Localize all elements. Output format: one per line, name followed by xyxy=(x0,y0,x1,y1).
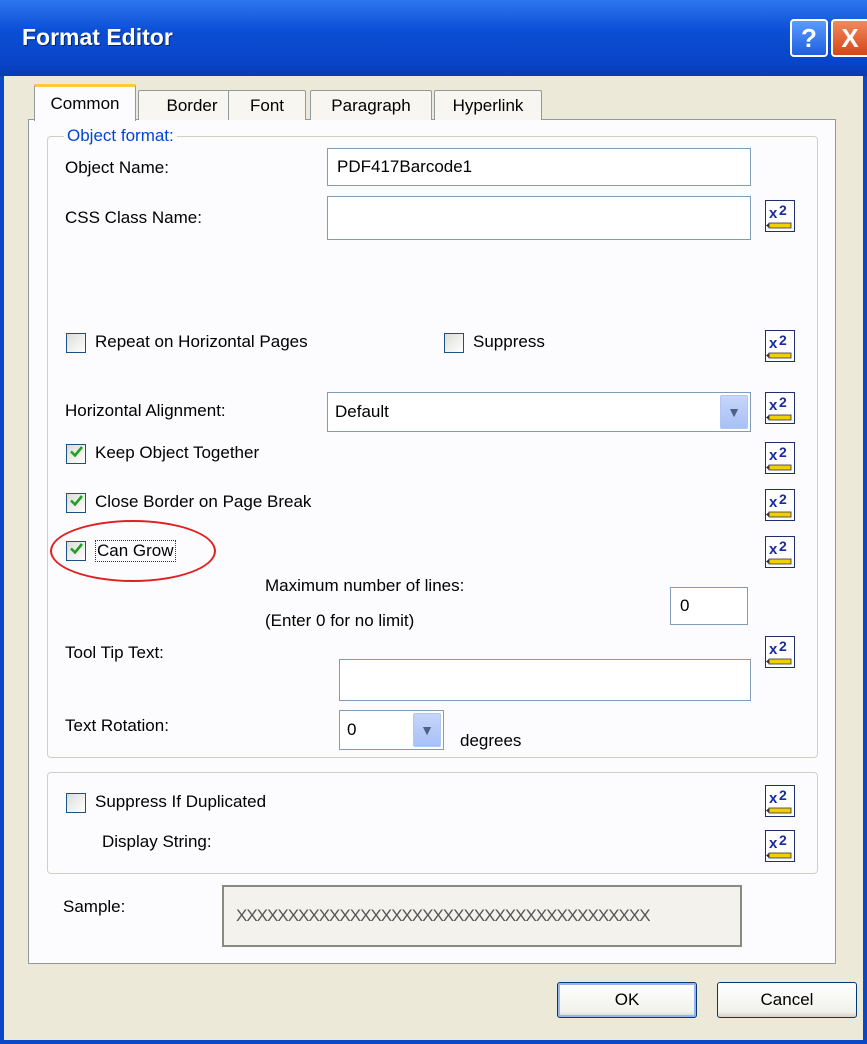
display-string-label: Display String: xyxy=(102,832,212,851)
formula-x2-icon: x2 xyxy=(766,537,794,567)
svg-text:2: 2 xyxy=(779,332,787,348)
text-rotation-unit: degrees xyxy=(460,731,522,750)
formula-x2-icon: x2 xyxy=(766,201,794,231)
tooltip-label: Tool Tip Text: xyxy=(65,643,164,662)
css-class-formula-button[interactable]: x2 xyxy=(765,200,795,232)
suppress-duplicated-checkbox[interactable] xyxy=(66,793,86,813)
text-rotation-value: 0 xyxy=(347,720,357,739)
svg-text:2: 2 xyxy=(779,638,787,654)
help-icon: ? xyxy=(801,22,817,53)
can-grow-highlight-ring xyxy=(50,520,216,582)
svg-text:2: 2 xyxy=(779,491,787,507)
sample-label: Sample: xyxy=(63,897,126,916)
css-class-input[interactable] xyxy=(327,196,751,240)
svg-text:x: x xyxy=(769,205,778,222)
tooltip-formula-button[interactable]: x2 xyxy=(765,636,795,668)
svg-text:2: 2 xyxy=(779,444,787,460)
svg-text:2: 2 xyxy=(779,538,787,554)
tab-font[interactable]: Font xyxy=(228,90,306,120)
svg-text:x: x xyxy=(769,494,778,511)
horizontal-alignment-label: Horizontal Alignment: xyxy=(65,401,226,420)
object-format-legend: Object format: xyxy=(64,126,177,146)
max-lines-hint: (Enter 0 for no limit) xyxy=(265,611,415,630)
close-border-checkbox[interactable] xyxy=(66,493,86,513)
repeat-horizontal-checkbox[interactable] xyxy=(66,333,86,353)
suppress-duplicated-label[interactable]: Suppress If Duplicated xyxy=(95,792,266,812)
cancel-button[interactable]: Cancel xyxy=(717,982,857,1018)
svg-text:2: 2 xyxy=(779,202,787,218)
formula-x2-icon: x2 xyxy=(766,637,794,667)
sample-preview: XXXXXXXXXXXXXXXXXXXXXXXXXXXXXXXXXXXXXXXX xyxy=(222,885,742,947)
svg-text:x: x xyxy=(769,397,778,414)
svg-text:x: x xyxy=(769,335,778,352)
duplicate-group xyxy=(47,772,818,874)
can-grow-formula-button[interactable]: x2 xyxy=(765,536,795,568)
tab-hyperlink[interactable]: Hyperlink xyxy=(434,90,542,120)
svg-text:x: x xyxy=(769,835,778,852)
svg-text:x: x xyxy=(769,790,778,807)
keep-together-label[interactable]: Keep Object Together xyxy=(95,443,259,463)
repeat-horizontal-label[interactable]: Repeat on Horizontal Pages xyxy=(95,332,308,352)
tab-common[interactable]: Common xyxy=(34,84,136,121)
text-rotation-label: Text Rotation: xyxy=(65,716,169,735)
tooltip-input[interactable] xyxy=(339,659,751,701)
suppress-label[interactable]: Suppress xyxy=(473,332,545,352)
svg-text:2: 2 xyxy=(779,832,787,848)
title-bar[interactable]: Format Editor ? X xyxy=(0,0,867,76)
close-button[interactable]: X xyxy=(831,19,867,57)
display-string-formula-button[interactable]: x2 xyxy=(765,830,795,862)
chevron-down-icon[interactable]: ▼ xyxy=(720,395,748,429)
formula-x2-icon: x2 xyxy=(766,443,794,473)
max-lines-label: Maximum number of lines: xyxy=(265,576,465,595)
formula-x2-icon: x2 xyxy=(766,393,794,423)
checkmark-icon xyxy=(69,493,84,513)
object-name-input[interactable]: PDF417Barcode1 xyxy=(327,148,751,186)
close-border-label[interactable]: Close Border on Page Break xyxy=(95,492,311,512)
formula-x2-icon: x2 xyxy=(766,331,794,361)
max-lines-input[interactable]: 0 xyxy=(670,587,748,625)
close-border-formula-button[interactable]: x2 xyxy=(765,489,795,521)
formula-x2-icon: x2 xyxy=(766,831,794,861)
window-title: Format Editor xyxy=(22,24,173,50)
svg-text:x: x xyxy=(769,641,778,658)
ok-button[interactable]: OK xyxy=(557,982,697,1018)
keep-together-checkbox[interactable] xyxy=(66,444,86,464)
horizontal-alignment-select[interactable]: Default ▼ xyxy=(327,392,751,432)
tab-paragraph[interactable]: Paragraph xyxy=(310,90,432,120)
repeat-suppress-formula-button[interactable]: x2 xyxy=(765,330,795,362)
chevron-down-icon[interactable]: ▼ xyxy=(413,713,441,747)
keep-together-formula-button[interactable]: x2 xyxy=(765,442,795,474)
object-name-label: Object Name: xyxy=(65,158,169,177)
halign-formula-button[interactable]: x2 xyxy=(765,392,795,424)
horizontal-alignment-value: Default xyxy=(335,402,389,421)
help-button[interactable]: ? xyxy=(790,19,828,57)
suppress-checkbox[interactable] xyxy=(444,333,464,353)
svg-text:2: 2 xyxy=(779,394,787,410)
svg-text:x: x xyxy=(769,541,778,558)
css-class-label: CSS Class Name: xyxy=(65,208,202,227)
text-rotation-select[interactable]: 0 ▼ xyxy=(339,710,444,750)
close-icon: X xyxy=(841,22,859,53)
formula-x2-icon: x2 xyxy=(766,786,794,816)
formula-x2-icon: x2 xyxy=(766,490,794,520)
svg-text:x: x xyxy=(769,447,778,464)
checkmark-icon xyxy=(69,444,84,464)
suppress-duplicated-formula-button[interactable]: x2 xyxy=(765,785,795,817)
svg-text:2: 2 xyxy=(779,787,787,803)
